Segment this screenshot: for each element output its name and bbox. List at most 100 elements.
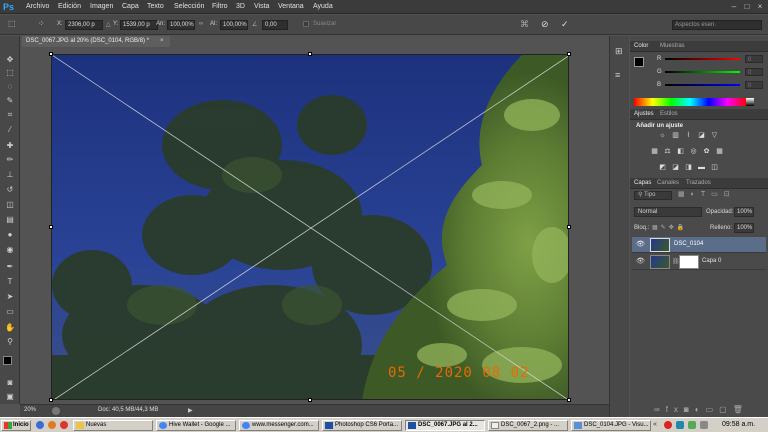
foreground-swatch[interactable] [634, 57, 644, 67]
reference-point-icon[interactable]: ⁘ [38, 19, 50, 30]
layer-name[interactable]: DSC_0104 [674, 241, 703, 247]
transform-handle[interactable] [567, 398, 571, 402]
tab-paths[interactable]: Trazados [686, 180, 711, 186]
tab-swatches[interactable]: Muestras [660, 43, 685, 49]
b-slider[interactable] [665, 84, 740, 86]
document-tab[interactable]: DSC_0067.JPG al 20% (DSC_0104, RGB/8) * [22, 36, 170, 47]
quick-mask-icon[interactable]: ◙ [4, 377, 16, 388]
tab-adjustments[interactable]: Ajustes [634, 111, 654, 117]
status-menu-icon[interactable]: ▶ [188, 407, 193, 414]
zoom-level[interactable]: 20% [24, 407, 36, 413]
document-image[interactable]: 05 / 2020 08 02 [51, 54, 569, 400]
exposure-icon[interactable]: ◪ [697, 132, 706, 140]
menu-imagen[interactable]: Imagen [90, 2, 113, 12]
tray-chevron-icon[interactable]: « [653, 421, 657, 428]
transform-handle[interactable] [567, 52, 571, 56]
shape-tool-icon[interactable]: ▭ [4, 306, 16, 317]
maximize-icon[interactable]: □ [741, 2, 753, 11]
taskbar-item-nuevas[interactable]: Nuevas [73, 420, 153, 431]
curves-icon[interactable]: ⌇ [684, 132, 693, 140]
g-slider[interactable] [665, 71, 740, 73]
brightness-icon[interactable]: ☼ [658, 132, 667, 140]
b-value[interactable]: 0 [745, 81, 763, 89]
eraser-tool-icon[interactable]: ◫ [4, 199, 16, 210]
color-lookup-icon[interactable]: ▦ [715, 148, 724, 156]
eyedropper-icon[interactable]: ⁄ [4, 124, 16, 135]
zoom-tool-icon[interactable]: ⚲ [4, 336, 16, 347]
workspace-select[interactable]: Aspectos esen. [672, 20, 762, 30]
layer-filter-select[interactable]: ⚲ Tipo [634, 191, 672, 200]
lasso-tool-icon[interactable]: ◌ [4, 81, 16, 92]
history-brush-icon[interactable]: ↺ [4, 184, 16, 195]
menu-filtro[interactable]: Filtro [212, 2, 228, 12]
threshold-icon[interactable]: ◨ [684, 164, 693, 172]
tab-channels[interactable]: Canales [657, 180, 679, 186]
posterize-icon[interactable]: ◪ [671, 164, 680, 172]
path-select-icon[interactable]: ➤ [4, 291, 16, 302]
close-document-icon[interactable]: × [160, 36, 168, 47]
selective-color-icon[interactable]: ◫ [710, 164, 719, 172]
blur-tool-icon[interactable]: ● [4, 229, 16, 240]
transform-tool-icon[interactable]: ⬚ [8, 19, 22, 30]
tray-app-icon[interactable] [688, 421, 696, 429]
move-tool-icon[interactable]: ✥ [4, 54, 16, 65]
foreground-color-swatch[interactable] [3, 356, 12, 365]
menu-vista[interactable]: Vista [254, 2, 269, 12]
screen-mode-icon[interactable]: ▣ [4, 391, 16, 402]
brush-tool-icon[interactable]: ✏ [4, 154, 16, 165]
y-field[interactable]: 1539,00 p [120, 20, 158, 30]
start-button[interactable]: Inicio [1, 420, 31, 431]
gradient-map-icon[interactable]: ▬ [697, 164, 706, 172]
link-icon[interactable]: ∞ [199, 21, 203, 27]
width-field[interactable]: 100,00% [167, 20, 195, 30]
visibility-eye-icon[interactable]: 👁 [636, 240, 645, 248]
properties-panel-icon[interactable]: ≡ [615, 70, 620, 80]
warp-icon[interactable]: ⌘ [520, 19, 529, 30]
transform-handle[interactable] [308, 52, 312, 56]
hand-tool-icon[interactable]: ✋ [4, 322, 16, 333]
tab-color[interactable]: Color [634, 43, 648, 49]
minimize-icon[interactable]: – [728, 2, 740, 11]
x-field[interactable]: 2306,00 p [65, 20, 103, 30]
healing-brush-icon[interactable]: ✚ [4, 140, 16, 151]
taskbar-item-photoshop[interactable]: Photoshop CS6 Porta... [322, 420, 402, 431]
transform-handle[interactable] [308, 398, 312, 402]
menu-ventana[interactable]: Ventana [278, 2, 304, 12]
grayscale-ramp[interactable] [746, 98, 754, 106]
layer-mask-thumbnail[interactable] [679, 255, 699, 269]
invert-icon[interactable]: ◩ [658, 164, 667, 172]
menu-seleccion[interactable]: Selección [174, 2, 204, 12]
taskbar-item-dsc0067-png[interactable]: DSC_0067_2.png - ... [488, 420, 568, 431]
g-value[interactable]: 0 [745, 68, 763, 76]
tab-styles[interactable]: Estilos [660, 111, 678, 117]
menu-edicion[interactable]: Edición [58, 2, 81, 12]
taskbar-item-messenger[interactable]: www.messenger.com... [239, 420, 319, 431]
marquee-tool-icon[interactable]: ⬚ [4, 67, 16, 78]
menu-capa[interactable]: Capa [122, 2, 139, 12]
layer-row-capa0[interactable]: 👁 ⛓ Capa 0 [632, 254, 766, 270]
taskbar-item-hive-wallet[interactable]: Hive Wallet - Google ... [156, 420, 236, 431]
r-slider[interactable] [665, 58, 740, 60]
menu-archivo[interactable]: Archivo [26, 2, 49, 12]
crop-tool-icon[interactable]: ⌗ [4, 109, 16, 120]
taskbar-item-dsc0104[interactable]: DSC_0104.JPG - Visu... [571, 420, 651, 431]
visibility-eye-icon[interactable]: 👁 [636, 257, 645, 265]
hue-saturation-icon[interactable]: ▦ [650, 148, 659, 156]
color-spectrum[interactable] [634, 98, 746, 106]
relative-position-icon[interactable]: △ [106, 21, 111, 28]
opacity-field[interactable]: 100% [734, 207, 754, 217]
blend-mode-select[interactable]: Normal [634, 207, 702, 217]
channel-mixer-icon[interactable]: ✿ [702, 148, 711, 156]
quicklaunch-firefox-icon[interactable] [48, 421, 56, 429]
tray-network-icon[interactable] [676, 421, 684, 429]
r-value[interactable]: 0 [745, 55, 763, 63]
cancel-transform-icon[interactable]: ⊘ [541, 19, 549, 30]
layer-name[interactable]: Capa 0 [702, 258, 721, 264]
gradient-tool-icon[interactable]: ▤ [4, 214, 16, 225]
dodge-tool-icon[interactable]: ◉ [4, 244, 16, 255]
quicklaunch-ie-icon[interactable] [36, 421, 44, 429]
layer-filter-icons[interactable]: ▦◐T▭⊡ [678, 190, 736, 198]
layer-row-dsc0104[interactable]: 👁 DSC_0104 [632, 237, 766, 253]
tab-layers[interactable]: Capas [634, 180, 651, 186]
commit-transform-icon[interactable]: ✓ [561, 19, 569, 30]
